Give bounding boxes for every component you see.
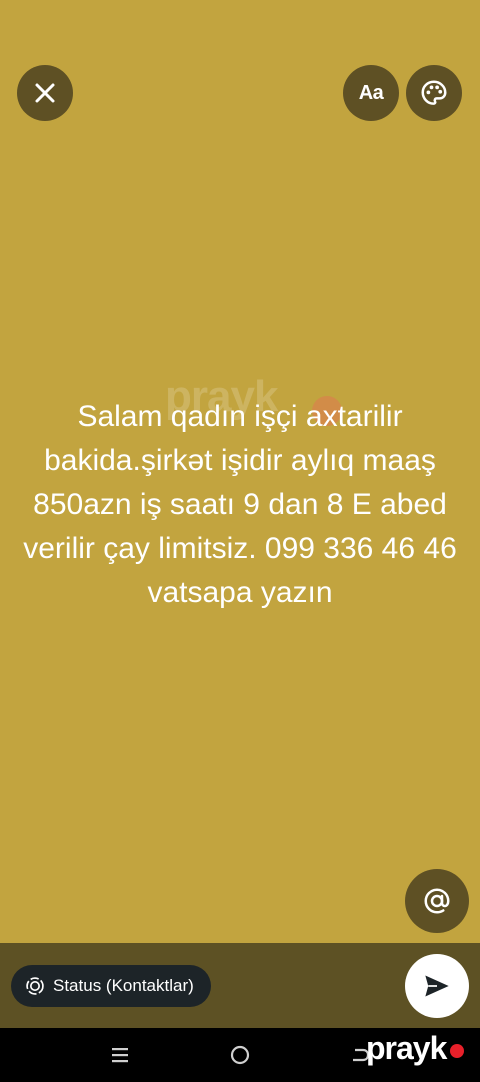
status-audience-button[interactable]: Status (Kontaktlar) <box>11 965 211 1007</box>
background-color-button[interactable] <box>406 65 462 121</box>
font-style-label: Aa <box>358 81 384 104</box>
status-ring-icon <box>25 976 45 996</box>
close-icon <box>35 83 55 103</box>
brand-watermark: prayk <box>366 1030 447 1066</box>
recent-apps-icon <box>112 1048 128 1063</box>
send-button[interactable] <box>405 954 469 1018</box>
at-icon <box>424 888 450 914</box>
home-icon <box>230 1045 250 1065</box>
home-button[interactable] <box>220 1028 260 1082</box>
status-text[interactable]: Salam qadın işçi axtarilir bakida.şirkət… <box>20 395 460 615</box>
close-button[interactable] <box>17 65 73 121</box>
font-style-button[interactable]: Aa <box>343 65 399 121</box>
palette-icon <box>421 80 447 105</box>
mention-button[interactable] <box>405 869 469 933</box>
recent-apps-button[interactable] <box>100 1028 140 1082</box>
status-audience-label: Status (Kontaktlar) <box>53 976 194 995</box>
status-editor-screen: Aa prayk Salam qadın işçi axtarilir baki… <box>0 0 480 1082</box>
send-icon <box>425 975 449 997</box>
brand-watermark-dot <box>450 1044 464 1058</box>
